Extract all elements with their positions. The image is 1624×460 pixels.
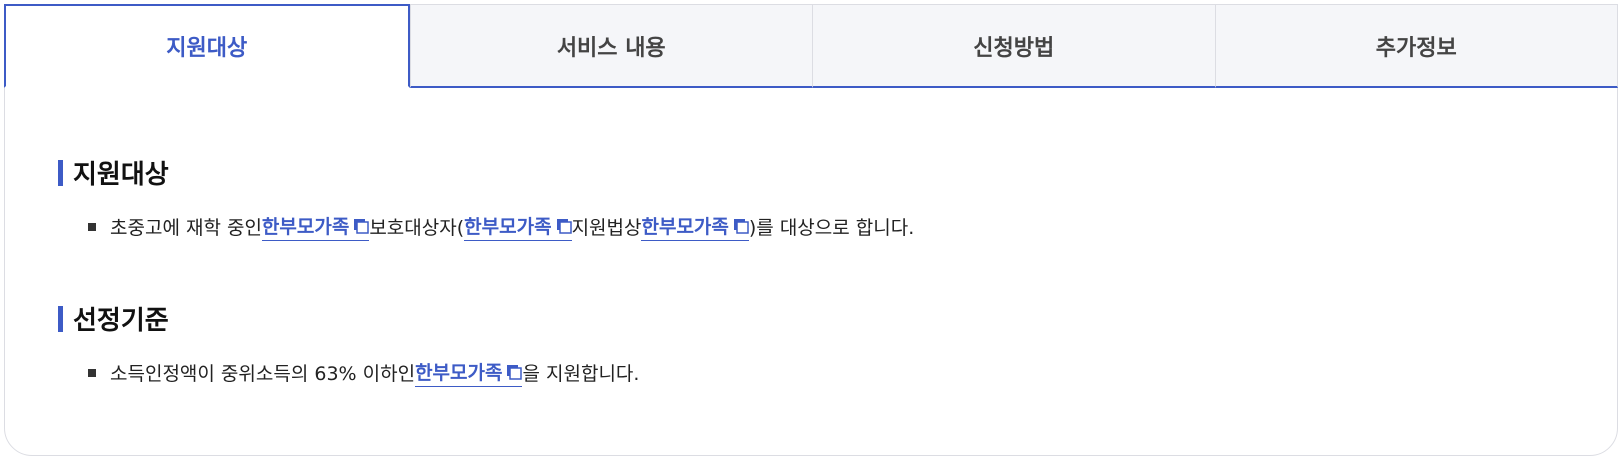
item-text: 지원법상 <box>571 217 642 239</box>
item-text: 을 지원합니다. <box>522 363 640 385</box>
list-item-target: 초중고에 재학 중인 한부모가족 보호대상자( 한부모가족 지원법상 한부모가족… <box>88 212 914 241</box>
tab-target[interactable]: 지원대상 <box>4 4 410 88</box>
single-parent-family-link[interactable]: 한부모가족 <box>415 358 523 387</box>
tab-apply[interactable]: 신청방법 <box>812 4 1215 88</box>
section-title-target: 지원대상 <box>58 154 169 191</box>
link-label: 한부모가족 <box>641 216 729 238</box>
link-label: 한부모가족 <box>261 216 350 238</box>
new-window-icon <box>507 364 523 380</box>
section-title-criteria: 선정기준 <box>58 300 169 337</box>
item-text: )를 대상으로 합니다. <box>748 217 915 239</box>
new-window-icon <box>556 218 572 234</box>
bullet-icon <box>88 368 96 377</box>
single-parent-family-link[interactable]: 한부모가족 <box>261 212 370 241</box>
tab-bar: 지원대상 서비스 내용 신청방법 추가정보 <box>4 4 1618 88</box>
link-label: 한부모가족 <box>415 362 503 384</box>
item-text: 보호대상자( <box>369 217 465 239</box>
single-parent-family-link[interactable]: 한부모가족 <box>464 212 572 241</box>
tab-extra[interactable]: 추가정보 <box>1214 4 1618 88</box>
section-title-text: 선정기준 <box>73 306 169 336</box>
title-bar <box>58 159 63 186</box>
title-bar <box>58 305 63 332</box>
link-label: 한부모가족 <box>464 216 552 238</box>
item-text: 초중고에 재학 중인 <box>110 217 262 239</box>
new-window-icon <box>354 218 370 234</box>
section-title-text: 지원대상 <box>73 160 169 190</box>
bullet-icon <box>88 222 96 231</box>
tab-service[interactable]: 서비스 내용 <box>409 4 812 88</box>
list-item-criteria: 소득인정액이 중위소득의 63% 이하인 한부모가족 을 지원합니다. <box>88 358 639 387</box>
new-window-icon <box>733 218 749 234</box>
single-parent-family-link[interactable]: 한부모가족 <box>641 212 749 241</box>
item-text: 소득인정액이 중위소득의 63% 이하인 <box>110 363 416 385</box>
